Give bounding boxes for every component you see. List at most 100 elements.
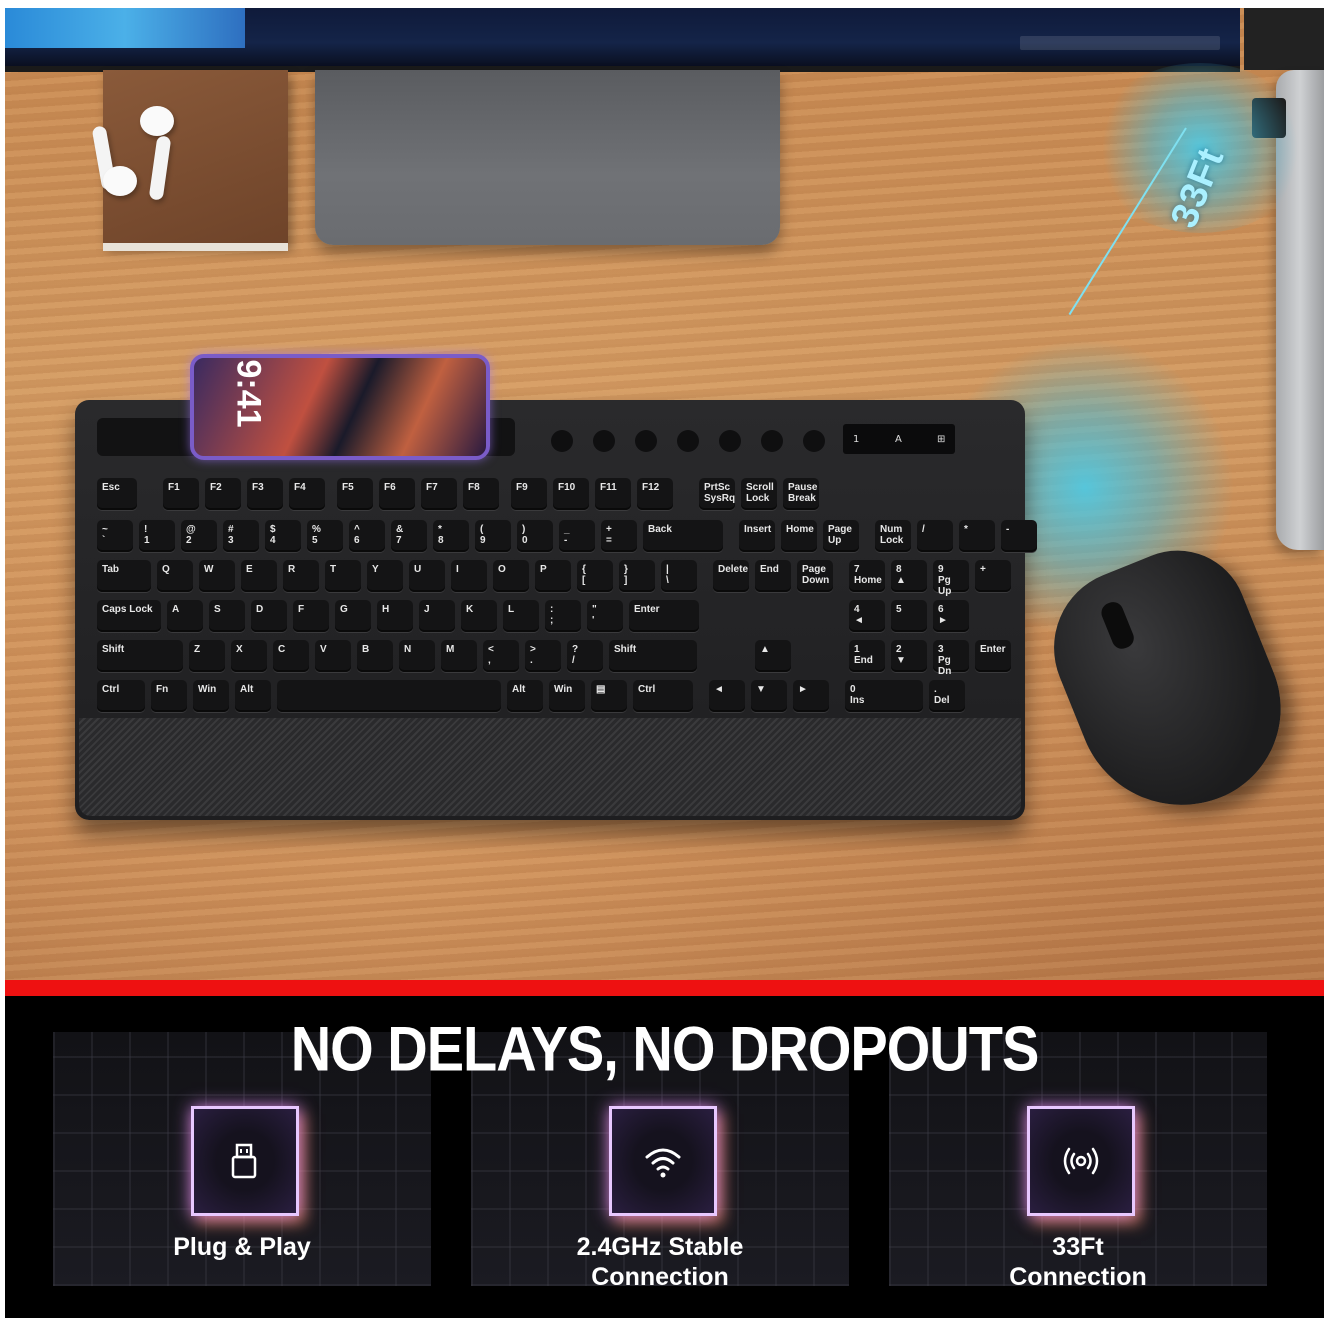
key: ) 0 [517, 520, 553, 552]
wireless-signal-icon [1063, 1147, 1099, 1175]
key: Insert [739, 520, 775, 552]
media-key [803, 430, 825, 452]
media-key [635, 430, 657, 452]
key: Win [549, 680, 585, 712]
key: F9 [511, 478, 547, 510]
scroll-wheel [1098, 599, 1137, 652]
key: Back [643, 520, 723, 552]
key: Num Lock [875, 520, 911, 552]
desk-scene: 33Ft 9:41 1 A ⊞ Esc F1 F2 F3 F4 F5 F6 F7 F8 F9 F10… [5, 8, 1324, 980]
key: < , [483, 640, 519, 672]
key: Win [193, 680, 229, 712]
key: F2 [205, 478, 241, 510]
key: W [199, 560, 235, 592]
key: % 5 [307, 520, 343, 552]
key: Enter [975, 640, 1011, 672]
key: J [419, 600, 455, 632]
media-key [761, 430, 783, 452]
key: 9 Pg Up [933, 560, 969, 597]
feature-label-line1: 33Ft [1052, 1233, 1104, 1261]
product-image: 33Ft 9:41 1 A ⊞ Esc F1 F2 F3 F4 F5 F6 F7 F8 F9 F10… [5, 8, 1324, 1318]
key: Esc [97, 478, 137, 510]
key: Y [367, 560, 403, 592]
key: & 7 [391, 520, 427, 552]
key: T [325, 560, 361, 592]
key: 8 ▲ [891, 560, 927, 592]
earbud-right [103, 166, 137, 196]
feature-chip [609, 1106, 717, 1216]
key: Shift [609, 640, 697, 672]
key: F8 [463, 478, 499, 510]
key: ▼ [751, 680, 787, 712]
feature-label-line2: Connection [591, 1263, 729, 1291]
key: ( 9 [475, 520, 511, 552]
key: 3 Pg Dn [933, 640, 969, 677]
media-key [677, 430, 699, 452]
key: ? / [567, 640, 603, 672]
wifi-icon [645, 1148, 681, 1178]
key: $ 4 [265, 520, 301, 552]
key [277, 680, 501, 712]
key: A [167, 600, 203, 632]
key: : ; [545, 600, 581, 632]
key: 2 ▼ [891, 640, 927, 672]
key: _ - [559, 520, 595, 552]
usb-receiver-icon [231, 1143, 257, 1179]
monitor-bezel [1244, 8, 1324, 70]
key: ▲ [755, 640, 791, 672]
key: Page Down [797, 560, 833, 592]
key: > . [525, 640, 561, 672]
key: F7 [421, 478, 457, 510]
key: Fn [151, 680, 187, 712]
key: O [493, 560, 529, 592]
wrist-rest [79, 718, 1021, 816]
key: PrtSc SysRq [699, 478, 735, 510]
key: " ' [587, 600, 623, 632]
feature-label: 2.4GHz Stable Connection [471, 1232, 849, 1292]
key: 7 Home [849, 560, 885, 592]
key: * [959, 520, 995, 552]
key: @ 2 [181, 520, 217, 552]
key: + = [601, 520, 637, 552]
key: { [ [577, 560, 613, 592]
key: F11 [595, 478, 631, 510]
key: 4 ◄ [849, 600, 885, 632]
key: S [209, 600, 245, 632]
key: F12 [637, 478, 673, 510]
key: Alt [507, 680, 543, 712]
key: 1 End [849, 640, 885, 672]
key: F10 [553, 478, 589, 510]
indicator-num: 1 [853, 434, 860, 445]
media-key [719, 430, 741, 452]
key: Enter [629, 600, 699, 632]
key: D [251, 600, 287, 632]
key: Scroll Lock [741, 478, 777, 510]
key: ▤ [591, 680, 627, 712]
feature-chip [191, 1106, 299, 1216]
indicator-caps: A [895, 434, 902, 445]
key: I [451, 560, 487, 592]
key: - [1001, 520, 1037, 552]
taskbar-tray [1020, 36, 1220, 50]
key: | \ [661, 560, 697, 592]
key: ► [793, 680, 829, 712]
key: M [441, 640, 477, 672]
key: N [399, 640, 435, 672]
indicator-scroll: ⊞ [937, 434, 946, 445]
key: Shift [97, 640, 183, 672]
key: } ] [619, 560, 655, 592]
key: Caps Lock [97, 600, 161, 632]
phone-time: 9:41 [229, 359, 268, 428]
key: # 3 [223, 520, 259, 552]
key: R [283, 560, 319, 592]
key: Alt [235, 680, 271, 712]
monitor-screen [5, 8, 1240, 72]
key: K [461, 600, 497, 632]
feature-banner: Plug & Play 2.4GHz Stable Connection 33F… [5, 996, 1324, 1318]
smartphone: 9:41 [190, 354, 490, 460]
key: E [241, 560, 277, 592]
key: F5 [337, 478, 373, 510]
key: Tab [97, 560, 151, 592]
key: . Del [929, 680, 965, 712]
key: 6 ► [933, 600, 969, 632]
